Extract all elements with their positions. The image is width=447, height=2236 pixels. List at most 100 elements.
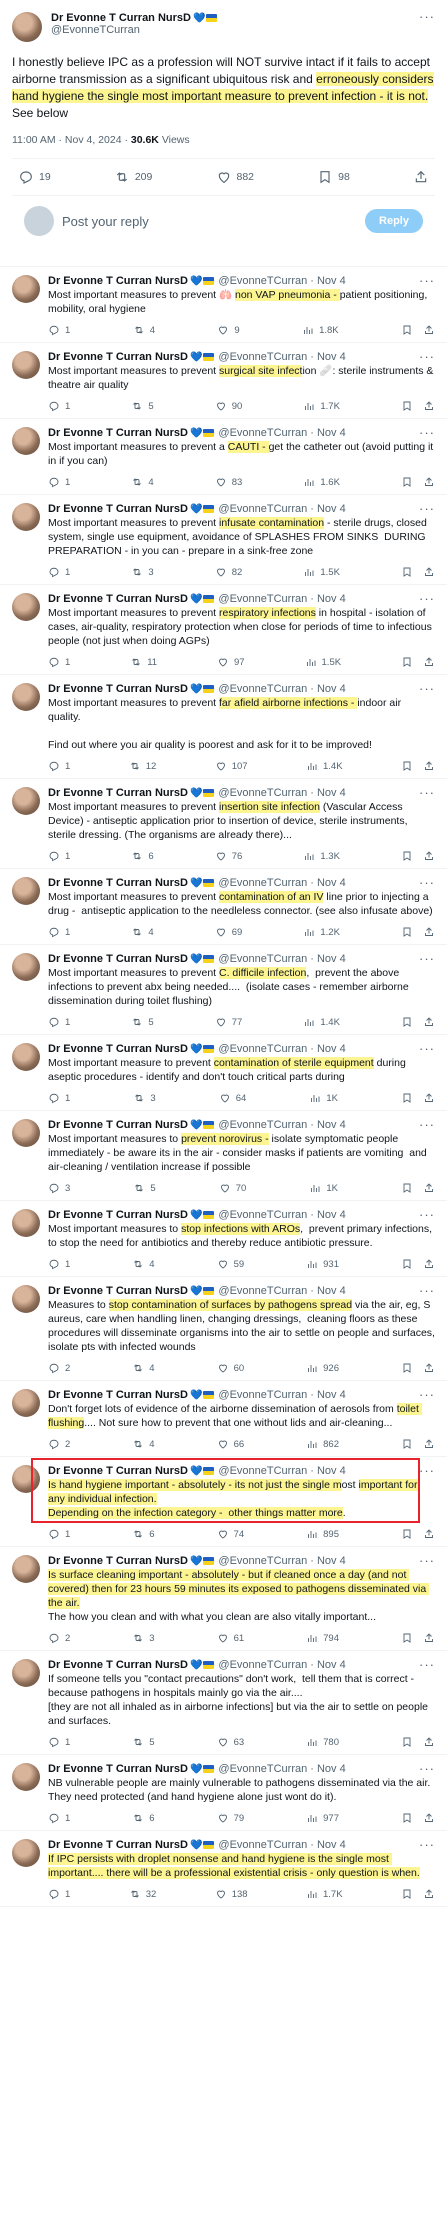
views-button[interactable]: 1.5K — [303, 566, 340, 578]
reply-button[interactable]: 1 — [48, 1092, 70, 1104]
repost-button[interactable]: 32 — [129, 1888, 156, 1900]
reply-avatar[interactable] — [12, 1763, 40, 1791]
reply-author-name[interactable]: Dr Evonne T Curran NursD — [48, 1555, 188, 1567]
reply-handle[interactable]: @EvonneTCurran — [218, 1763, 307, 1775]
share-button[interactable] — [423, 400, 435, 412]
reply-author-name[interactable]: Dr Evonne T Curran NursD — [48, 1839, 188, 1851]
reply-button[interactable]: 1 — [48, 1812, 70, 1824]
bookmark-button[interactable] — [401, 566, 413, 578]
share-button[interactable] — [423, 850, 435, 862]
more-options-icon[interactable]: ··· — [419, 1762, 435, 1775]
reply-handle[interactable]: @EvonneTCurran — [218, 1465, 307, 1477]
reply-author-name[interactable]: Dr Evonne T Curran NursD — [48, 1465, 188, 1477]
like-button[interactable]: 74 — [217, 1528, 244, 1540]
like-button[interactable]: 69 — [215, 926, 242, 938]
share-button[interactable] — [423, 1632, 435, 1644]
views-button[interactable]: 931 — [306, 1258, 339, 1270]
reply-handle[interactable]: @EvonneTCurran — [218, 683, 307, 695]
like-button[interactable]: 82 — [215, 566, 242, 578]
reply-button[interactable]: 1 — [48, 760, 70, 772]
reply-date[interactable]: · Nov 4 — [310, 1763, 345, 1775]
like-button[interactable]: 61 — [217, 1632, 244, 1644]
bookmark-button[interactable] — [401, 1016, 413, 1028]
more-options-icon[interactable]: ··· — [419, 1658, 435, 1671]
more-options-icon[interactable]: ··· — [419, 1118, 435, 1131]
reply-author-name[interactable]: Dr Evonne T Curran NursD — [48, 1285, 188, 1297]
bookmark-button[interactable] — [401, 1632, 413, 1644]
reply-item[interactable]: Dr Evonne T Curran NursD 💙 @EvonneTCurran ·… — [0, 779, 447, 869]
bookmark-button[interactable] — [401, 760, 413, 772]
reply-input[interactable]: Post your reply — [62, 214, 365, 229]
share-button[interactable] — [423, 1888, 435, 1900]
reply-date[interactable]: · Nov 4 — [310, 877, 345, 889]
reply-avatar[interactable] — [12, 1555, 40, 1583]
reply-avatar[interactable] — [12, 1389, 40, 1417]
reply-item[interactable]: Dr Evonne T Curran NursD 💙 @EvonneTCurran ·… — [0, 945, 447, 1035]
reply-date[interactable]: · Nov 4 — [310, 275, 345, 287]
reply-item[interactable]: Dr Evonne T Curran NursD 💙 @EvonneTCurran ·… — [0, 1201, 447, 1277]
repost-button[interactable]: 6 — [132, 1812, 155, 1824]
like-button[interactable]: 90 — [215, 400, 242, 412]
author-name[interactable]: Dr Evonne T Curran NursD — [51, 12, 191, 24]
reply-date[interactable]: · Nov 4 — [310, 1043, 345, 1055]
reply-handle[interactable]: @EvonneTCurran — [218, 1389, 307, 1401]
views-button[interactable]: 862 — [306, 1438, 339, 1450]
reply-date[interactable]: · Nov 4 — [310, 503, 345, 515]
repost-button[interactable]: 5 — [131, 400, 154, 412]
reply-handle[interactable]: @EvonneTCurran — [218, 953, 307, 965]
views-button[interactable]: 1.5K — [305, 656, 341, 668]
more-options-icon[interactable]: ··· — [419, 502, 435, 515]
share-button[interactable] — [423, 324, 435, 336]
reply-item[interactable]: Dr Evonne T Curran NursD 💙 @EvonneTCurran ·… — [0, 1457, 447, 1547]
views-button[interactable]: 1K — [309, 1182, 338, 1194]
reply-handle[interactable]: @EvonneTCurran — [218, 787, 307, 799]
bookmark-button[interactable] — [401, 1888, 413, 1900]
reply-handle[interactable]: @EvonneTCurran — [218, 593, 307, 605]
like-button[interactable]: 79 — [217, 1812, 244, 1824]
reply-item[interactable]: Dr Evonne T Curran NursD 💙 @EvonneTCurran ·… — [0, 1755, 447, 1831]
reply-avatar[interactable] — [12, 1285, 40, 1313]
bookmark-button[interactable] — [401, 926, 413, 938]
more-options-icon[interactable]: ··· — [419, 682, 435, 695]
repost-button[interactable]: 209 — [114, 169, 152, 185]
reply-avatar[interactable] — [12, 1119, 40, 1147]
like-button[interactable]: 66 — [217, 1438, 244, 1450]
reply-item[interactable]: Dr Evonne T Curran NursD 💙 @EvonneTCurran ·… — [0, 343, 447, 419]
bookmark-button[interactable] — [401, 1438, 413, 1450]
share-button[interactable] — [423, 1258, 435, 1270]
share-button[interactable] — [413, 169, 429, 185]
reply-date[interactable]: · Nov 4 — [310, 1659, 345, 1671]
bookmark-button[interactable] — [401, 400, 413, 412]
reply-item[interactable]: Dr Evonne T Curran NursD 💙 @EvonneTCurran ·… — [0, 869, 447, 945]
reply-author-name[interactable]: Dr Evonne T Curran NursD — [48, 787, 188, 799]
reply-avatar[interactable] — [12, 1043, 40, 1071]
repost-button[interactable]: 4 — [131, 926, 154, 938]
reply-avatar[interactable] — [12, 683, 40, 711]
reply-date[interactable]: · Nov 4 — [310, 1119, 345, 1131]
bookmark-button[interactable] — [401, 476, 413, 488]
reply-avatar[interactable] — [12, 953, 40, 981]
reply-avatar[interactable] — [12, 787, 40, 815]
reply-item[interactable]: Dr Evonne T Curran NursD 💙 @EvonneTCurran ·… — [0, 419, 447, 495]
more-options-icon[interactable]: ··· — [419, 274, 435, 287]
reply-submit-button[interactable]: Reply — [365, 209, 423, 233]
bookmark-button[interactable] — [401, 1736, 413, 1748]
repost-button[interactable]: 11 — [130, 656, 157, 668]
views-button[interactable]: 977 — [306, 1812, 339, 1824]
reply-author-name[interactable]: Dr Evonne T Curran NursD — [48, 275, 188, 287]
reply-author-name[interactable]: Dr Evonne T Curran NursD — [48, 427, 188, 439]
like-button[interactable]: 59 — [217, 1258, 244, 1270]
more-options-icon[interactable]: ··· — [419, 592, 435, 605]
reply-item[interactable]: Dr Evonne T Curran NursD 💙 @EvonneTCurran ·… — [0, 267, 447, 343]
reply-author-name[interactable]: Dr Evonne T Curran NursD — [48, 593, 188, 605]
more-options-icon[interactable]: ··· — [419, 786, 435, 799]
repost-button[interactable]: 4 — [132, 1258, 155, 1270]
views-button[interactable]: 1.2K — [303, 926, 340, 938]
like-button[interactable]: 107 — [215, 760, 248, 772]
reply-item[interactable]: Dr Evonne T Curran NursD 💙 @EvonneTCurran ·… — [0, 1111, 447, 1201]
views-button[interactable]: 1.4K — [306, 760, 343, 772]
reply-button[interactable]: 1 — [48, 926, 70, 938]
bookmark-button[interactable] — [401, 1182, 413, 1194]
reply-item[interactable]: Dr Evonne T Curran NursD 💙 @EvonneTCurran ·… — [0, 495, 447, 585]
bookmark-button[interactable] — [401, 1812, 413, 1824]
